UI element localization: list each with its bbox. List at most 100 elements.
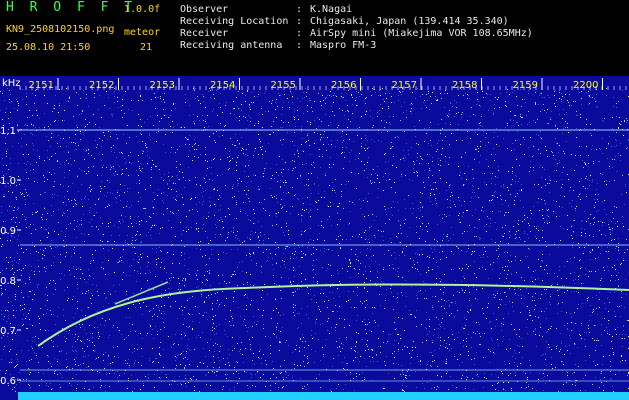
noise-speckle bbox=[588, 163, 589, 164]
noise-speckle bbox=[152, 201, 153, 202]
noise-speckle bbox=[76, 204, 77, 205]
noise-speckle bbox=[209, 272, 210, 273]
noise-speckle bbox=[604, 330, 605, 331]
noise-speckle bbox=[96, 212, 97, 213]
noise-speckle bbox=[40, 240, 41, 241]
noise-speckle bbox=[410, 258, 411, 259]
noise-speckle bbox=[315, 201, 316, 202]
noise-speckle bbox=[158, 128, 159, 129]
noise-speckle bbox=[370, 271, 371, 272]
noise-speckle bbox=[517, 366, 518, 367]
noise-speckle bbox=[447, 371, 448, 372]
noise-speckle bbox=[297, 328, 298, 329]
noise-speckle bbox=[195, 98, 196, 99]
noise-speckle bbox=[368, 215, 369, 216]
noise-speckle bbox=[547, 183, 548, 184]
noise-speckle bbox=[435, 198, 436, 199]
noise-speckle bbox=[120, 106, 121, 107]
noise-speckle bbox=[394, 340, 395, 341]
noise-speckle bbox=[420, 226, 421, 227]
noise-speckle bbox=[184, 367, 185, 368]
noise-speckle bbox=[342, 362, 343, 363]
noise-speckle bbox=[193, 376, 194, 377]
noise-speckle bbox=[557, 276, 558, 277]
noise-speckle bbox=[355, 351, 356, 352]
noise-speckle bbox=[367, 340, 368, 341]
noise-speckle bbox=[307, 121, 308, 122]
noise-speckle bbox=[600, 221, 601, 222]
noise-speckle bbox=[618, 128, 619, 129]
noise-speckle bbox=[33, 149, 34, 150]
noise-speckle bbox=[309, 98, 310, 99]
noise-speckle bbox=[205, 375, 206, 376]
noise-speckle bbox=[493, 195, 494, 196]
noise-speckle bbox=[171, 277, 172, 278]
noise-speckle bbox=[402, 349, 403, 350]
noise-speckle bbox=[225, 240, 226, 241]
noise-speckle bbox=[403, 374, 404, 375]
noise-speckle bbox=[269, 215, 270, 216]
noise-speckle bbox=[6, 173, 7, 174]
noise-speckle bbox=[97, 175, 98, 176]
noise-speckle bbox=[411, 357, 412, 358]
noise-speckle bbox=[609, 168, 610, 169]
noise-speckle bbox=[53, 186, 54, 187]
noise-speckle bbox=[22, 319, 23, 320]
noise-speckle bbox=[40, 249, 41, 250]
noise-speckle bbox=[165, 134, 166, 135]
noise-speckle bbox=[365, 266, 366, 267]
noise-speckle bbox=[75, 341, 76, 342]
noise-speckle bbox=[326, 270, 327, 271]
noise-speckle bbox=[562, 172, 563, 173]
noise-speckle bbox=[471, 107, 472, 108]
noise-speckle bbox=[241, 137, 242, 138]
noise-speckle bbox=[94, 93, 95, 94]
info-separator: : bbox=[296, 16, 303, 27]
noise-speckle bbox=[397, 136, 398, 137]
noise-speckle bbox=[580, 193, 581, 194]
noise-speckle bbox=[358, 236, 359, 237]
noise-speckle bbox=[45, 248, 46, 249]
noise-speckle bbox=[520, 116, 521, 117]
noise-speckle bbox=[211, 167, 212, 168]
noise-speckle bbox=[279, 342, 280, 343]
noise-speckle bbox=[391, 187, 392, 188]
noise-speckle bbox=[51, 340, 52, 341]
noise-speckle bbox=[155, 166, 156, 167]
noise-speckle bbox=[447, 236, 448, 237]
noise-speckle bbox=[503, 389, 504, 390]
noise-speckle bbox=[516, 96, 517, 97]
noise-speckle bbox=[552, 368, 553, 369]
noise-speckle bbox=[112, 327, 113, 328]
noise-speckle bbox=[146, 335, 147, 336]
noise-speckle bbox=[228, 234, 229, 235]
noise-speckle bbox=[81, 220, 82, 221]
noise-speckle bbox=[272, 258, 273, 259]
noise-speckle bbox=[2, 119, 3, 120]
noise-speckle bbox=[556, 143, 557, 144]
noise-speckle bbox=[350, 262, 351, 263]
noise-speckle bbox=[292, 352, 293, 353]
noise-speckle bbox=[103, 269, 104, 270]
noise-speckle bbox=[67, 300, 68, 301]
noise-speckle bbox=[234, 390, 235, 391]
noise-speckle bbox=[148, 288, 149, 289]
noise-speckle bbox=[383, 331, 384, 332]
noise-speckle bbox=[224, 330, 225, 331]
noise-speckle bbox=[546, 209, 547, 210]
noise-speckle bbox=[97, 144, 98, 145]
noise-speckle bbox=[323, 100, 324, 101]
noise-speckle bbox=[226, 298, 227, 299]
noise-speckle bbox=[243, 149, 244, 150]
noise-speckle bbox=[349, 259, 350, 260]
noise-speckle bbox=[384, 101, 385, 102]
noise-speckle bbox=[54, 173, 55, 174]
noise-speckle bbox=[383, 240, 384, 241]
noise-speckle bbox=[578, 304, 579, 305]
noise-speckle bbox=[528, 147, 529, 148]
noise-speckle bbox=[511, 184, 512, 185]
noise-speckle bbox=[116, 134, 117, 135]
noise-speckle bbox=[121, 334, 122, 335]
noise-speckle bbox=[542, 109, 543, 110]
noise-speckle bbox=[73, 317, 74, 318]
